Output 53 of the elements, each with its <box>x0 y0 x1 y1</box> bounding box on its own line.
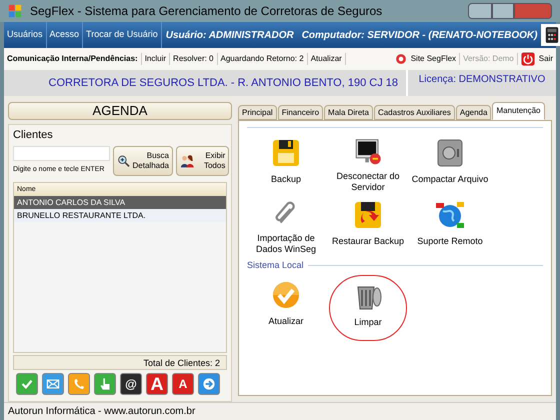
agenda-header: AGENDA <box>8 102 232 120</box>
table-row[interactable]: ANTONIO CARLOS DA SILVA <box>14 196 226 208</box>
section-title: Sistema Local <box>247 259 304 272</box>
version-label: Versão: Demo <box>460 53 518 65</box>
tab[interactable]: Cadastros Auxiliares <box>374 105 455 120</box>
letter-button[interactable]: A <box>172 373 194 395</box>
tool-button[interactable]: Compactar Arquivo <box>411 133 489 193</box>
maximize-button[interactable] <box>492 3 514 19</box>
table-row[interactable]: BRUNELLO RESTAURANTE LTDA. <box>14 208 226 222</box>
computer-label: Computador: SERVIDOR - (RENATO-NOTEBOOK) <box>300 28 538 42</box>
calculator-icon <box>543 26 560 44</box>
tool-button[interactable]: Backup <box>247 133 325 193</box>
envelope-button[interactable] <box>42 373 64 395</box>
lifebuoy-icon <box>394 53 407 65</box>
total-label: Total de Clientes: 2 <box>13 355 227 370</box>
checkmark-button[interactable] <box>16 373 38 395</box>
tab[interactable]: Financeiro <box>278 105 324 120</box>
tool-button[interactable]: Atualizar <box>247 274 325 340</box>
license-label: Licença: DEMONSTRATIVO <box>418 73 546 87</box>
app-icon <box>8 4 22 18</box>
telephone-button[interactable] <box>68 373 90 395</box>
tab[interactable]: Mala Direta <box>324 105 373 120</box>
right-arrow-button[interactable] <box>198 373 220 395</box>
status-bar: Autorun Informática - www.autorun.com.br <box>4 402 556 420</box>
tab[interactable]: Agenda <box>456 105 492 120</box>
tool-button[interactable]: Importação de Dados WinSeg <box>247 195 325 255</box>
tool-button[interactable]: Desconectar do Servidor <box>329 133 407 193</box>
group-title: Clientes <box>13 128 54 143</box>
toolbar-button[interactable]: Exibir Todos <box>176 146 230 176</box>
pointing-hand-button[interactable] <box>94 373 116 395</box>
letter-button[interactable]: @ <box>120 373 142 395</box>
tab[interactable]: Principal <box>238 105 277 120</box>
letter-button[interactable]: A <box>146 373 168 395</box>
tool-button[interactable]: Restaurar Backup <box>329 195 407 255</box>
toolbar-button[interactable]: Resolver: 0 <box>170 53 218 65</box>
toolbar-label: Comunicação Interna/Pendências: <box>7 53 142 65</box>
exit-button[interactable]: Sair <box>518 52 553 66</box>
user-label: Usuário: ADMINISTRADOR <box>164 28 295 42</box>
calculator-button[interactable] <box>541 24 560 46</box>
toolbar-button[interactable]: Busca Detalhada <box>113 146 173 176</box>
toolbar-button[interactable]: Aguardando Retorno: 2 <box>218 53 308 65</box>
tab[interactable]: Manutenção <box>492 102 544 120</box>
search-field[interactable] <box>13 146 110 160</box>
company-banner: CORRETORA DE SEGUROS LTDA. - R. ANTONIO BENTO, 190 CJ 18 <box>4 70 408 96</box>
circled-tool-button[interactable]: Limpar <box>329 274 407 340</box>
power-icon <box>520 52 535 66</box>
site-link[interactable]: Site SegFlex <box>392 53 460 65</box>
minimize-button[interactable] <box>468 3 492 19</box>
tool-button[interactable]: Suporte Remoto <box>411 195 489 255</box>
toolbar-button[interactable]: Incluir <box>142 53 170 65</box>
window-title: SegFlex - Sistema para Gerenciamento de Corretoras de Seguros <box>30 3 384 20</box>
globe-icon <box>434 199 466 231</box>
toolbar-button[interactable]: Atualizar <box>308 53 346 65</box>
